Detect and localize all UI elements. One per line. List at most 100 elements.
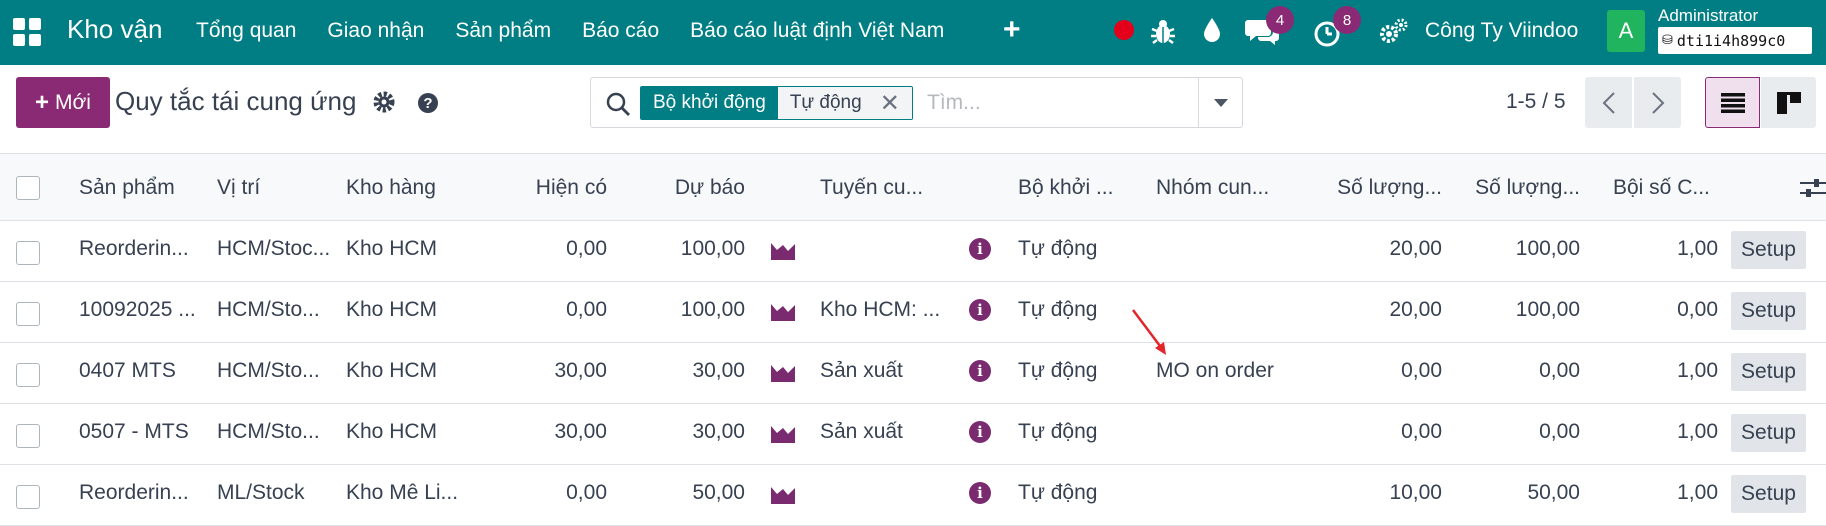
bug-icon[interactable] <box>1150 17 1176 45</box>
list-view-icon <box>1720 92 1745 113</box>
cell-route: Sản xuất <box>820 420 903 443</box>
annotation-arrow-icon <box>1132 309 1166 355</box>
menu-item-vn-legal-reports[interactable]: Báo cáo luật định Việt Nam <box>690 19 944 43</box>
list-view-button[interactable] <box>1705 77 1760 128</box>
help-icon[interactable]: ? <box>416 91 440 115</box>
record-icon[interactable] <box>1114 20 1134 40</box>
pager-value[interactable]: 1-5 / 5 <box>1506 90 1566 114</box>
cell-on-hand: 0,00 <box>566 237 607 260</box>
cell-on-hand: 0,00 <box>566 298 607 321</box>
cell-min-qty: 0,00 <box>1401 420 1442 443</box>
table-row[interactable]: Reorderin... HCM/Stoc... Kho HCM 0,00 10… <box>0 221 1826 282</box>
area-chart-icon[interactable] <box>770 361 796 383</box>
col-warehouse[interactable]: Kho hàng <box>346 176 436 200</box>
area-chart-icon[interactable] <box>770 483 796 505</box>
info-icon[interactable]: i <box>969 238 991 260</box>
optional-columns-icon[interactable] <box>1800 177 1826 199</box>
table-row[interactable]: Reorderin... ML/Stock Kho Mê Li... 0,00 … <box>0 465 1826 526</box>
col-product[interactable]: Sản phẩm <box>79 176 175 200</box>
facet-label: Bộ khởi động <box>641 87 778 119</box>
table-row[interactable]: 0407 MTS HCM/Sto... Kho HCM 30,00 30,00 … <box>0 343 1826 404</box>
col-route[interactable]: Tuyến cu... <box>820 176 923 200</box>
cell-max-qty: 100,00 <box>1515 237 1580 260</box>
cell-route: Sản xuất <box>820 359 903 382</box>
company-switcher[interactable]: Công Ty Viindoo <box>1425 19 1578 43</box>
table-header: Sản phẩm Vị trí Kho hàng Hiện có Dự báo … <box>0 153 1826 221</box>
setup-button[interactable]: Setup <box>1731 475 1806 513</box>
plus-icon: + <box>35 88 50 116</box>
kanban-view-button[interactable] <box>1761 77 1816 128</box>
close-icon[interactable]: ✕ <box>871 87 912 119</box>
cell-trigger: Tự động <box>1018 481 1098 504</box>
row-checkbox[interactable] <box>16 363 40 387</box>
area-chart-icon[interactable] <box>770 239 796 261</box>
col-trigger[interactable]: Bộ khởi ... <box>1018 176 1113 200</box>
area-chart-icon[interactable] <box>770 300 796 322</box>
cell-product: Reorderin... <box>79 481 189 504</box>
col-forecast[interactable]: Dự báo <box>650 176 745 200</box>
search-facet: Bộ khởi động Tự động ✕ <box>640 86 913 120</box>
setup-button[interactable]: Setup <box>1731 231 1806 269</box>
col-location[interactable]: Vị trí <box>217 176 260 200</box>
chevron-right-icon <box>1651 91 1664 114</box>
area-chart-icon[interactable] <box>770 422 796 444</box>
cell-max-qty: 50,00 <box>1527 481 1580 504</box>
cell-product: 0407 MTS <box>79 359 176 382</box>
row-checkbox[interactable] <box>16 485 40 509</box>
search-input[interactable] <box>927 86 1227 120</box>
setup-button[interactable]: Setup <box>1731 292 1806 330</box>
new-button-label: Mới <box>55 90 91 114</box>
col-procurement-group[interactable]: Nhóm cun... <box>1156 176 1269 200</box>
new-button[interactable]: + Mới <box>16 77 110 128</box>
search-options-toggle[interactable] <box>1198 78 1242 127</box>
row-checkbox[interactable] <box>16 241 40 265</box>
cell-procurement-group: MO on order <box>1156 359 1274 382</box>
select-all-checkbox[interactable] <box>16 176 40 200</box>
gear-icon[interactable] <box>372 90 396 114</box>
info-icon[interactable]: i <box>969 360 991 382</box>
col-max-qty[interactable]: Số lượng... <box>1460 176 1580 200</box>
pager-next-button[interactable] <box>1634 77 1681 128</box>
col-qty-multiple[interactable]: Bội số C... <box>1613 176 1710 200</box>
menu-item-reports[interactable]: Báo cáo <box>582 19 659 43</box>
apps-menu-icon[interactable] <box>13 18 41 46</box>
cell-qty-multiple: 1,00 <box>1677 237 1718 260</box>
messages-count-badge: 4 <box>1266 6 1294 34</box>
table-row[interactable]: 10092025 ... HCM/Sto... Kho HCM 0,00 100… <box>0 282 1826 343</box>
database-name: ⛁ dti1i4h899c0 <box>1658 27 1812 54</box>
cell-min-qty: 10,00 <box>1389 481 1442 504</box>
menu-item-overview[interactable]: Tổng quan <box>196 19 296 43</box>
page-title: Quy tắc tái cung ứng <box>115 86 357 116</box>
info-icon[interactable]: i <box>969 299 991 321</box>
settings-gears-icon[interactable] <box>1378 17 1408 47</box>
facet-value: Tự động <box>777 87 872 119</box>
top-navbar: Kho vận Tổng quan Giao nhận Sản phẩm Báo… <box>0 0 1826 65</box>
col-on-hand[interactable]: Hiện có <box>520 176 607 200</box>
avatar[interactable]: A <box>1607 10 1645 52</box>
row-checkbox[interactable] <box>16 302 40 326</box>
app-title[interactable]: Kho vận <box>67 14 162 45</box>
row-checkbox[interactable] <box>16 424 40 448</box>
pager-previous-button[interactable] <box>1585 77 1632 128</box>
water-drop-icon[interactable] <box>1201 16 1223 44</box>
cell-min-qty: 20,00 <box>1389 237 1442 260</box>
user-name[interactable]: Administrator <box>1658 6 1758 26</box>
cell-max-qty: 100,00 <box>1515 298 1580 321</box>
info-icon[interactable]: i <box>969 421 991 443</box>
cell-location: HCM/Sto... <box>217 359 320 382</box>
setup-button[interactable]: Setup <box>1731 353 1806 391</box>
cell-qty-multiple: 1,00 <box>1677 420 1718 443</box>
table-row[interactable]: 0507 - MTS HCM/Sto... Kho HCM 30,00 30,0… <box>0 404 1826 465</box>
setup-button[interactable]: Setup <box>1731 414 1806 452</box>
info-icon[interactable]: i <box>969 482 991 504</box>
menu-item-products[interactable]: Sản phẩm <box>455 19 551 43</box>
search-icon[interactable] <box>605 91 631 117</box>
search-bar: Bộ khởi động Tự động ✕ <box>590 77 1243 128</box>
menu-item-operations[interactable]: Giao nhận <box>327 19 424 43</box>
cell-forecast: 50,00 <box>692 481 745 504</box>
cell-location: HCM/Sto... <box>217 298 320 321</box>
cell-max-qty: 0,00 <box>1539 359 1580 382</box>
col-min-qty[interactable]: Số lượng... <box>1320 176 1442 200</box>
plus-icon[interactable]: + <box>1003 13 1021 47</box>
cell-trigger: Tự động <box>1018 237 1098 260</box>
